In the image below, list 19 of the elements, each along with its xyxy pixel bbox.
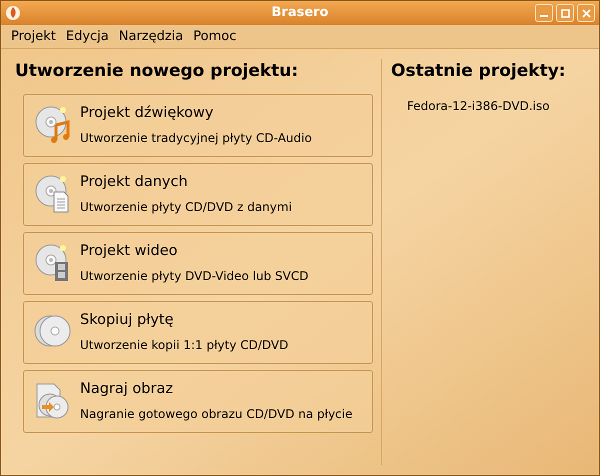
project-button[interactable]: Projekt wideo Utworzenie płyty DVD-Video lub SVCD: [23, 232, 373, 294]
close-icon: [582, 8, 590, 18]
minimize-button[interactable]: [535, 4, 553, 22]
project-button[interactable]: Projekt dźwiękowy Utworzenie tradycyjnej płyty CD-Audio: [23, 94, 373, 156]
menu-item[interactable]: Projekt: [7, 26, 60, 46]
app-icon: [5, 5, 21, 21]
section-heading: Utworzenie nowego projektu:: [15, 60, 300, 83]
section-heading: Ostatnie projekty:: [391, 60, 567, 83]
project-button[interactable]: Nagraj obraz Nagranie gotowego obrazu CD/DVD na płycie: [23, 370, 373, 432]
close-button[interactable]: [577, 4, 595, 22]
project-button[interactable]: Skopiuj płytę Utworzenie kopii 1:1 płyty CD/DVD: [23, 300, 373, 364]
recent-project-item[interactable]: Fedora-12-i386-DVD.iso: [407, 96, 599, 114]
maximize-icon: [560, 8, 570, 18]
project-button[interactable]: Projekt danych Utworzenie płyty CD/DVD z danymi: [23, 162, 373, 226]
maximize-button[interactable]: [556, 4, 574, 22]
menu-item[interactable]: Pomoc: [189, 26, 240, 46]
menu-item[interactable]: Narzędzia: [114, 26, 188, 46]
menu-item[interactable]: Edycja: [62, 26, 113, 46]
window-title: Brasero: [272, 4, 328, 22]
